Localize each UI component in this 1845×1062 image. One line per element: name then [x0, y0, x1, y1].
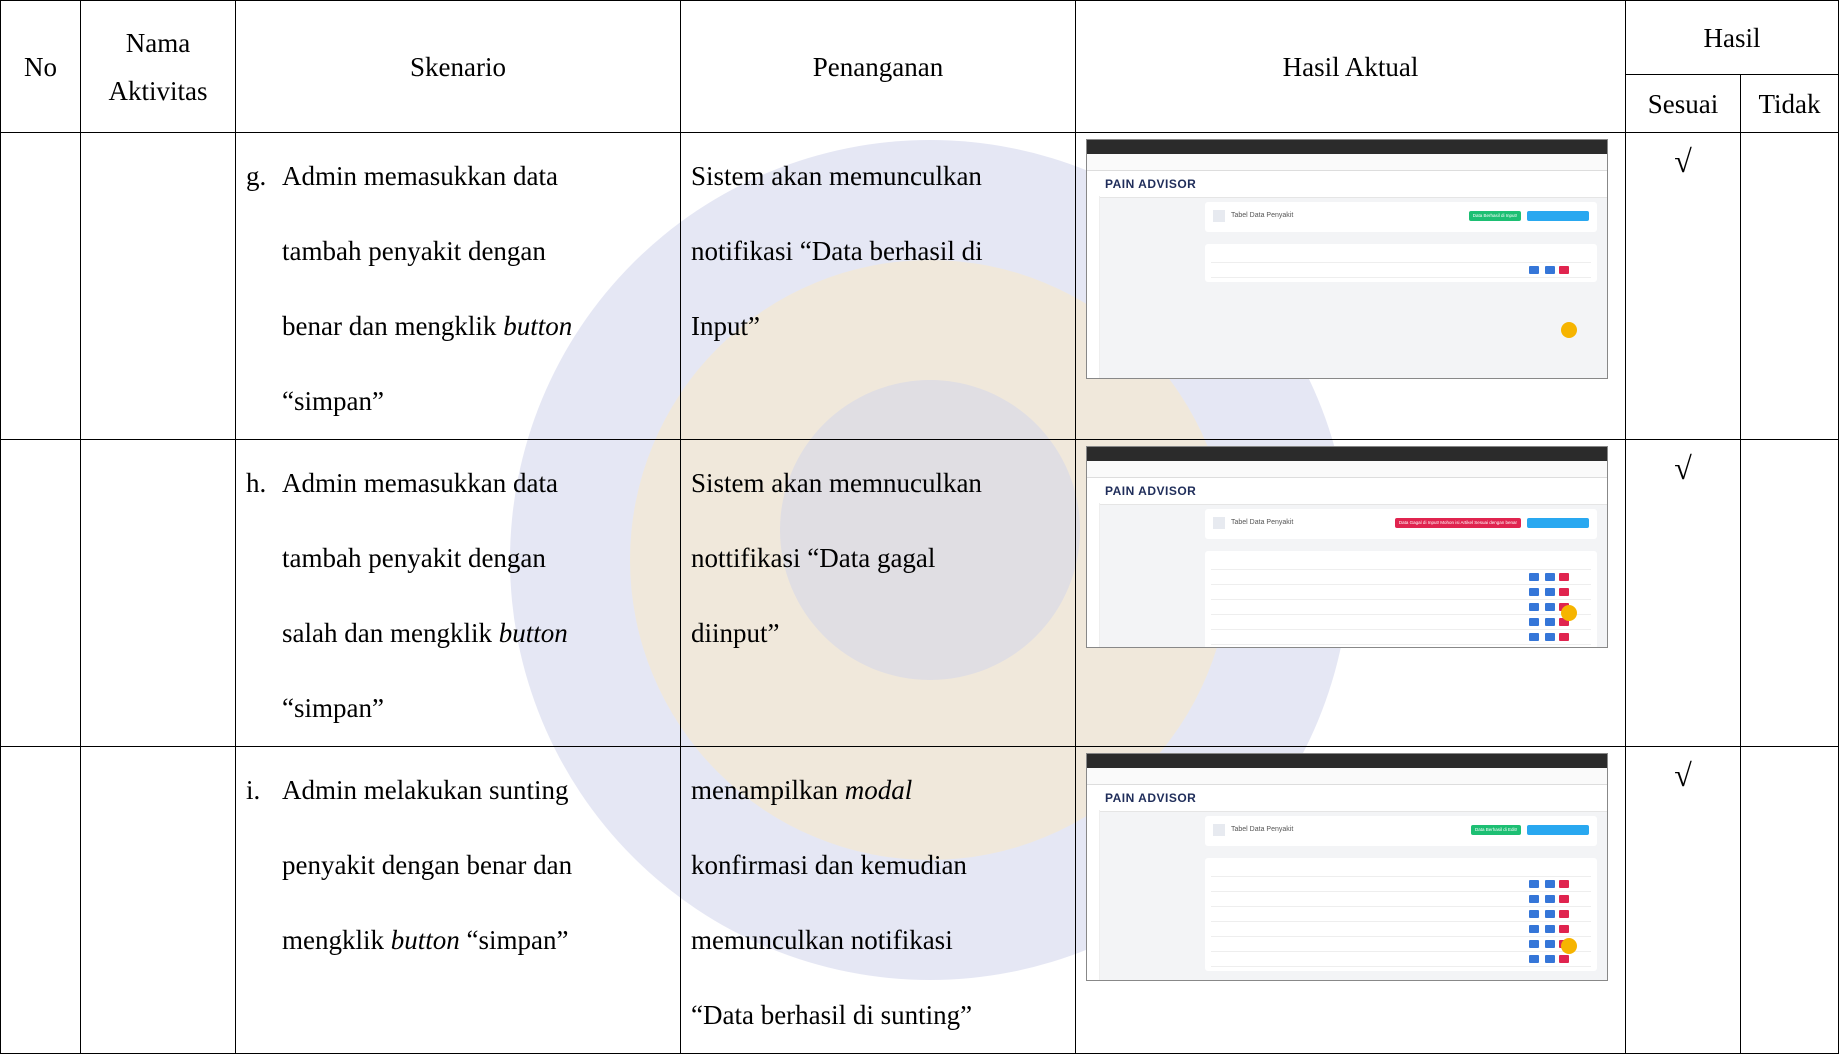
- item-letter: i.: [246, 775, 261, 805]
- penanganan-line: diinput”: [691, 618, 780, 648]
- cell-skenario: h. Admin memasukkan data tambah penyakit…: [235, 439, 681, 747]
- skenario-line: benar dan mengklik button: [282, 311, 573, 341]
- cell-tidak: [1740, 132, 1839, 440]
- cell-aktivitas: [80, 439, 236, 747]
- error-alert: Data Gagal di Input! Mohon isi Artikel S…: [1394, 518, 1521, 528]
- skenario-line: “simpan”: [282, 693, 384, 723]
- penanganan-line: konfirmasi dan kemudian: [691, 850, 967, 880]
- cell-hasil-aktual: PAIN ADVISOR Tabel Data Penyakit Data Be…: [1075, 132, 1626, 440]
- penanganan-line: notifikasi “Data berhasil di: [691, 236, 983, 266]
- cell-sesuai: √: [1625, 132, 1741, 440]
- item-letter: g.: [246, 161, 267, 191]
- header-tidak: Tidak: [1740, 74, 1839, 133]
- italic-term: button: [390, 925, 460, 955]
- skenario-line: tambah penyakit dengan: [282, 236, 546, 266]
- success-alert: Data Berhasil di Edit!: [1470, 825, 1521, 835]
- cell-no: [0, 746, 81, 1054]
- penanganan-line: memunculkan notifikasi: [691, 925, 953, 955]
- cell-hasil-aktual: PAIN ADVISOR Tabel Data Penyakit Data Be…: [1075, 746, 1626, 1054]
- italic-term: button: [498, 618, 568, 648]
- cell-hasil-aktual: PAIN ADVISOR Tabel Data Penyakit Data Ga…: [1075, 439, 1626, 747]
- header-sesuai: Sesuai: [1625, 74, 1741, 133]
- skenario-line: Admin melakukan sunting: [282, 775, 569, 805]
- italic-term: button: [503, 311, 573, 341]
- screenshot-page-title: Tabel Data Penyakit: [1231, 212, 1294, 219]
- cell-tidak: [1740, 439, 1839, 747]
- header-skenario: Skenario: [235, 0, 681, 133]
- header-nama-line1: Nama: [125, 27, 191, 58]
- cell-aktivitas: [80, 746, 236, 1054]
- cell-penanganan: menampilkan modal konfirmasi dan kemudia…: [680, 746, 1076, 1054]
- result-screenshot: PAIN ADVISOR Tabel Data Penyakit Data Be…: [1086, 139, 1608, 379]
- app-logo: PAIN ADVISOR: [1105, 177, 1197, 191]
- table-row: g. Admin memasukkan data tambah penyakit…: [0, 132, 1839, 440]
- settings-fab-icon: [1561, 322, 1577, 338]
- table-row: h. Admin memasukkan data tambah penyakit…: [0, 439, 1839, 747]
- penanganan-line: Sistem akan memunculkan: [691, 161, 982, 191]
- settings-fab-icon: [1561, 605, 1577, 621]
- cell-sesuai: √: [1625, 746, 1741, 1054]
- penanganan-line: Sistem akan memnuculkan: [691, 468, 982, 498]
- header-nama-line2: Aktivitas: [108, 75, 208, 106]
- result-screenshot: PAIN ADVISOR Tabel Data Penyakit Data Ga…: [1086, 446, 1608, 648]
- screenshot-page-title: Tabel Data Penyakit: [1231, 826, 1294, 833]
- cell-penanganan: Sistem akan memunculkan notifikasi “Data…: [680, 132, 1076, 440]
- check-mark: √: [1674, 450, 1692, 486]
- success-alert: Data Berhasil di Input!: [1468, 211, 1521, 221]
- cell-tidak: [1740, 746, 1839, 1054]
- header-no: No: [0, 0, 81, 133]
- test-scenario-table: No Nama Aktivitas Skenario Penanganan Ha…: [0, 0, 1839, 1054]
- result-screenshot: PAIN ADVISOR Tabel Data Penyakit Data Be…: [1086, 753, 1608, 981]
- skenario-line: mengklik button “simpan”: [282, 925, 569, 955]
- cell-penanganan: Sistem akan memnuculkan nottifikasi “Dat…: [680, 439, 1076, 747]
- header-hasil: Hasil: [1625, 0, 1839, 75]
- cell-no: [0, 439, 81, 747]
- app-logo: PAIN ADVISOR: [1105, 484, 1197, 498]
- skenario-line: salah dan mengklik button: [282, 618, 568, 648]
- header-hasil-aktual: Hasil Aktual: [1075, 0, 1626, 133]
- cell-skenario: g. Admin memasukkan data tambah penyakit…: [235, 132, 681, 440]
- cell-sesuai: √: [1625, 439, 1741, 747]
- header-penanganan: Penanganan: [680, 0, 1076, 133]
- penanganan-line: “Data berhasil di sunting”: [691, 1000, 973, 1030]
- penanganan-line: nottifikasi “Data gagal: [691, 543, 936, 573]
- cell-aktivitas: [80, 132, 236, 440]
- table-row: i. Admin melakukan sunting penyakit deng…: [0, 746, 1839, 1054]
- skenario-line: Admin memasukkan data: [282, 161, 558, 191]
- skenario-line: penyakit dengan benar dan: [282, 850, 573, 880]
- skenario-line: Admin memasukkan data: [282, 468, 558, 498]
- header-nama-aktivitas: Nama Aktivitas: [80, 0, 236, 133]
- penanganan-line: Input”: [691, 311, 760, 341]
- item-letter: h.: [246, 468, 267, 498]
- cell-no: [0, 132, 81, 440]
- skenario-line: “simpan”: [282, 386, 384, 416]
- italic-term: modal: [844, 775, 913, 805]
- settings-fab-icon: [1561, 938, 1577, 954]
- penanganan-line: menampilkan modal: [691, 775, 913, 805]
- app-logo: PAIN ADVISOR: [1105, 791, 1197, 805]
- check-mark: √: [1674, 143, 1692, 179]
- screenshot-page-title: Tabel Data Penyakit: [1231, 519, 1294, 526]
- check-mark: √: [1674, 757, 1692, 793]
- cell-skenario: i. Admin melakukan sunting penyakit deng…: [235, 746, 681, 1054]
- skenario-line: tambah penyakit dengan: [282, 543, 546, 573]
